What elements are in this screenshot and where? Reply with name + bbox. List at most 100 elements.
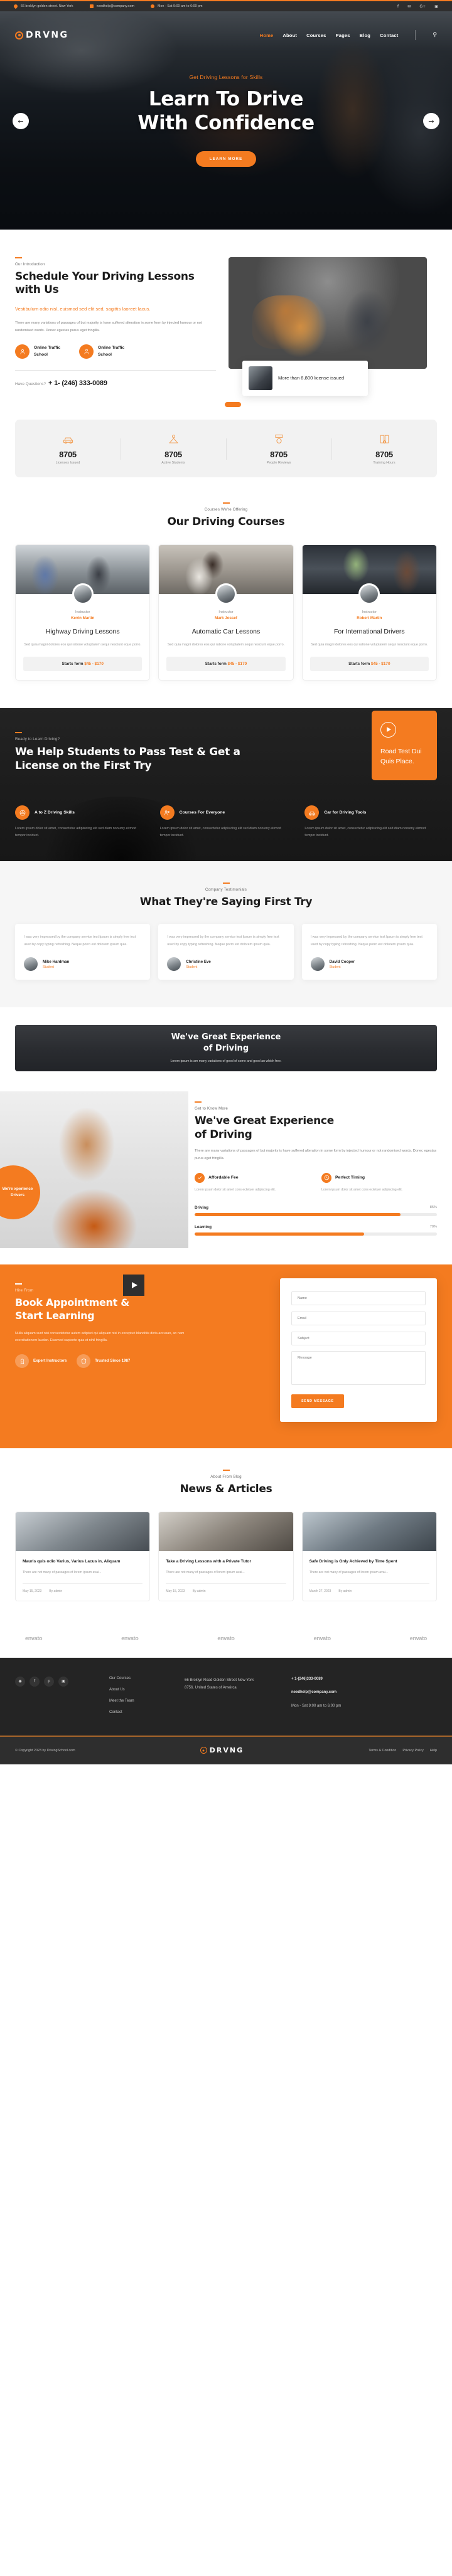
appointment-eyebrow: Hire From (15, 1288, 34, 1293)
pass-feature-title: A to Z Driving Skills (35, 810, 75, 815)
twitter-icon[interactable]: ◉ (15, 1676, 25, 1687)
nav-divider (415, 30, 416, 40)
privacy-link[interactable]: Privacy Policy (402, 1749, 424, 1752)
price-label: Starts form (205, 661, 227, 666)
instagram-icon[interactable]: ▣ (58, 1676, 68, 1687)
nav-item-pages[interactable]: Pages (336, 33, 350, 38)
name-field[interactable] (291, 1291, 426, 1306)
footer-link-about-us[interactable]: About Us (109, 1688, 185, 1692)
intro-subtitle: Vestibulum odio nisl, euismod sed elit s… (15, 305, 151, 312)
footer-link-meet-the-team[interactable]: Meet the Team (109, 1699, 185, 1703)
instructor-icon (79, 344, 94, 359)
footer-link-contact[interactable]: Contact (109, 1710, 185, 1714)
price-label: Starts form (62, 661, 83, 666)
play-icon[interactable] (380, 721, 396, 738)
intro-feature-2[interactable]: Online Traffic School (79, 344, 128, 359)
experience-feature-head: Affordable Fee (195, 1172, 310, 1183)
intro-right: More than 8,800 license issued (225, 257, 427, 408)
topbar-email[interactable]: needhelp@company.com (89, 4, 135, 8)
stat-label: People Reviews (266, 461, 291, 465)
partner-logo: envato (217, 1635, 235, 1641)
footer-email[interactable]: needhelp@company.com (291, 1690, 341, 1696)
pass-row: Ready to Learn Driving? We Help Students… (15, 710, 437, 781)
avatar (167, 957, 181, 972)
experience-feature-title: Perfect Timing (335, 1175, 365, 1180)
google-plus-icon[interactable]: G+ (419, 4, 426, 9)
banner-title-line1: We've Great Experience (171, 1032, 281, 1042)
instagram-icon[interactable]: ▣ (434, 4, 438, 9)
nav-item-blog[interactable]: Blog (360, 33, 370, 38)
nav-item-courses[interactable]: Courses (306, 33, 326, 38)
nav-item-about[interactable]: About (282, 33, 297, 38)
instructor-name: Robert Martin (357, 615, 382, 620)
price-amount: $45 - $170 (370, 661, 390, 666)
news-image (302, 1512, 436, 1551)
site-logo[interactable]: DRVNG (15, 30, 68, 40)
hero-prev-button[interactable]: ← (13, 113, 29, 129)
skill-fill (195, 1213, 401, 1217)
stat-licenses-issued: 8705 Licenses Issued (15, 433, 121, 465)
twitter-icon[interactable]: ✉ (407, 4, 411, 9)
skill-percent: 70% (429, 1225, 437, 1229)
road-test-card[interactable]: Road Test Dui Quis Place. (372, 710, 437, 781)
footer-link-our-courses[interactable]: Our Courses (109, 1677, 185, 1680)
course-title: For International Drivers (334, 627, 405, 635)
news-author: By admin (192, 1589, 206, 1593)
people-icon (159, 805, 175, 820)
brand-name: DRVNG (26, 30, 69, 40)
course-card[interactable]: Instructor Kevin Martin Highway Driving … (15, 544, 151, 681)
course-card[interactable]: Instructor Robert Martin For Internation… (301, 544, 437, 681)
intro-left: Our Introduction Schedule Your Driving L… (15, 257, 216, 387)
appointment-title-line2: Start Learning (15, 1310, 95, 1322)
course-price[interactable]: Starts form $45 - $170 (309, 656, 429, 671)
course-price[interactable]: Starts form $45 - $170 (166, 656, 286, 671)
hero-next-button[interactable]: → (423, 113, 439, 129)
news-card-desc: There are not many of passages of lorem … (23, 1571, 102, 1575)
send-message-button[interactable]: SEND MESSAGE (291, 1394, 344, 1409)
footer-phone[interactable]: + 1-(246)333-0089 (291, 1677, 341, 1683)
experience-banner: We've Great Experience of Driving Lorem … (15, 1025, 437, 1072)
footer-logo[interactable]: DRVNG (200, 1746, 244, 1754)
appointment-chips: Expert Instructors Trusted Since 1987 (15, 1354, 197, 1369)
clock-icon (151, 4, 155, 8)
facebook-icon[interactable]: f (30, 1676, 40, 1687)
experience-feature-head: Perfect Timing (321, 1172, 437, 1183)
courses-section: Courses We're Offering Our Driving Cours… (0, 496, 452, 708)
testimonial-quote: I was very impressed by the company serv… (167, 935, 279, 946)
footer-row: ◉ f p ▣ Our Courses About Us Meet the Te… (15, 1676, 437, 1714)
experience-feature-body: Lorem ipsum dolor sit amet cons ectetuer… (321, 1187, 403, 1192)
course-price[interactable]: Starts form $45 - $170 (23, 656, 143, 671)
search-icon[interactable]: ⚲ (433, 32, 437, 38)
subject-field[interactable] (291, 1332, 426, 1346)
topbar-socials: f ✉ G+ ▣ (397, 4, 438, 9)
email-field[interactable] (291, 1312, 426, 1326)
partner-logo: envato (25, 1635, 43, 1641)
news-card[interactable]: Take a Driving Lessons with a Private Tu… (158, 1511, 294, 1601)
course-image (16, 544, 150, 605)
help-link[interactable]: Help (430, 1749, 437, 1752)
stat-value: 8705 (270, 450, 288, 460)
news-card[interactable]: Mauris quis odio Varius, Varius Lacus in… (15, 1511, 151, 1601)
instructor-avatar (215, 583, 237, 605)
copyright-text: © Copyright 2023 by DrivingSchool.com (15, 1748, 75, 1752)
pinterest-icon[interactable]: p (44, 1676, 54, 1687)
news-card[interactable]: Safe Driving is Only Achieved by Time Sp… (301, 1511, 437, 1601)
intro-phone[interactable]: + 1- (246) 333-0089 (48, 379, 107, 387)
intro-feature-1[interactable]: Online Traffic School (15, 344, 64, 359)
intro-title: Schedule Your Driving Lessons with Us (15, 270, 195, 297)
course-desc: Sed quia magni dolores eos qui ratione v… (167, 643, 285, 647)
course-image (159, 544, 293, 605)
facebook-icon[interactable]: f (397, 4, 399, 9)
news-image (159, 1512, 293, 1551)
stat-value: 8705 (164, 450, 182, 460)
hero-learn-more-button[interactable]: LEARN MORE (195, 151, 257, 167)
news-meta: May 15, 2023 By admin (166, 1582, 286, 1593)
appointment-title: Book Appointment & Start Learning (15, 1296, 197, 1323)
terms-link[interactable]: Terms & Condition (369, 1749, 396, 1752)
nav-item-contact[interactable]: Contact (380, 33, 398, 38)
appointment-play-button[interactable] (123, 1275, 144, 1296)
nav-item-home[interactable]: Home (260, 33, 274, 38)
message-field[interactable] (291, 1351, 426, 1386)
instructor-avatar (358, 583, 380, 605)
course-card[interactable]: Instructor Mark Jossef Automatic Car Les… (158, 544, 294, 681)
